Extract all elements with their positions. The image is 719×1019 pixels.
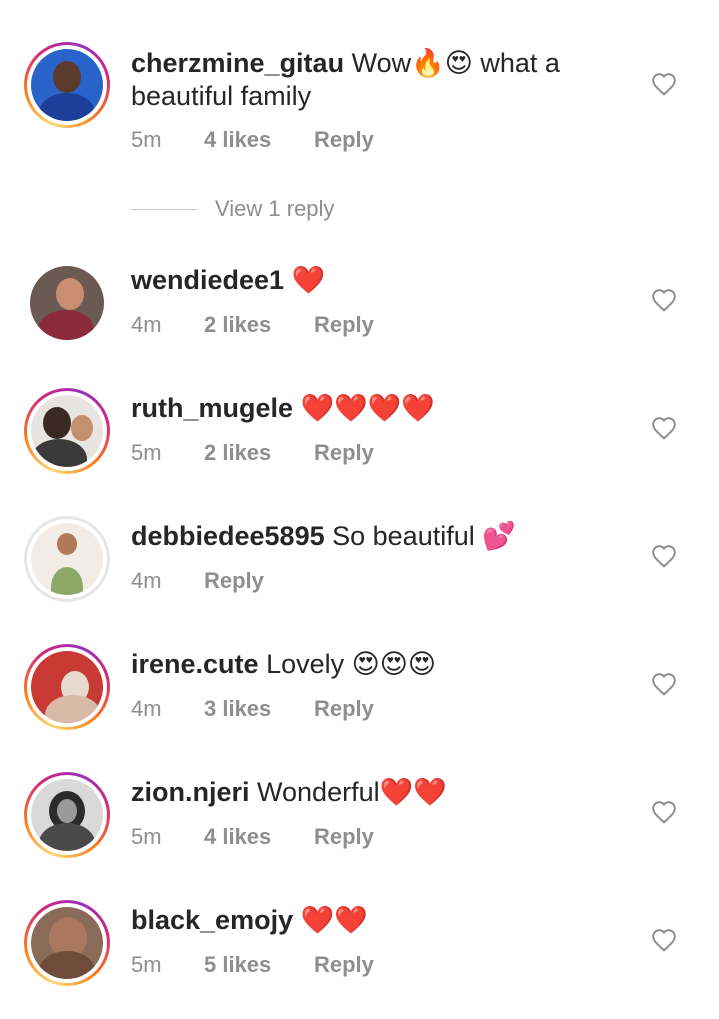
heart-outline-icon[interactable] (651, 416, 677, 440)
avatar[interactable] (24, 516, 110, 602)
comment-username[interactable]: ruth_mugele (131, 393, 293, 423)
comment-username[interactable]: cherzmine_gitau (131, 48, 344, 78)
comment-timestamp: 5m (131, 952, 162, 977)
comment-text: Lovely 😍😍😍 (266, 649, 437, 679)
comment-timestamp: 4m (131, 312, 162, 337)
comment-item: zion.njeri Wonderful❤️❤️ 5m 4 likes Reply (0, 770, 719, 890)
comment-text: ❤️❤️ (300, 905, 368, 935)
comment-item: cherzmine_gitau Wow🔥😍 what a beautiful f… (0, 40, 719, 160)
comment-item: black_emojy ❤️❤️ 5m 5 likes Reply (0, 898, 719, 1018)
comment-timestamp: 5m (131, 824, 162, 849)
likes-count[interactable]: 3 likes (204, 695, 314, 723)
avatar[interactable] (24, 260, 110, 346)
heart-outline-icon[interactable] (651, 288, 677, 312)
likes-count[interactable]: 2 likes (204, 439, 314, 467)
comment-item: debbiedee5895 So beautiful 💕 4m Reply (0, 514, 719, 634)
reply-button[interactable]: Reply (204, 567, 264, 595)
likes-count[interactable]: 5 likes (204, 951, 314, 979)
comment-text: ❤️❤️❤️❤️ (300, 393, 436, 423)
comment-item: irene.cute Lovely 😍😍😍 4m 3 likes Reply (0, 642, 719, 762)
comment-item: wendiedee1 ❤️ 4m 2 likes Reply (0, 258, 719, 378)
reply-button[interactable]: Reply (314, 951, 374, 979)
heart-outline-icon[interactable] (651, 72, 677, 96)
view-replies-button[interactable]: View 1 reply (131, 193, 334, 225)
avatar[interactable] (24, 644, 110, 730)
comment-text: Wonderful❤️❤️ (257, 777, 447, 807)
heart-outline-icon[interactable] (651, 800, 677, 824)
avatar[interactable] (24, 900, 110, 986)
divider (131, 208, 197, 210)
likes-count[interactable]: 4 likes (204, 823, 314, 851)
comment-timestamp: 4m (131, 568, 162, 593)
avatar[interactable] (24, 388, 110, 474)
reply-button[interactable]: Reply (314, 126, 374, 154)
heart-outline-icon[interactable] (651, 672, 677, 696)
comment-text: So beautiful 💕 (332, 521, 516, 551)
reply-button[interactable]: Reply (314, 439, 374, 467)
reply-button[interactable]: Reply (314, 823, 374, 851)
likes-count[interactable]: 4 likes (204, 126, 314, 154)
comment-username[interactable]: irene.cute (131, 649, 259, 679)
comment-text: ❤️ (291, 265, 326, 295)
comment-username[interactable]: debbiedee5895 (131, 521, 325, 551)
reply-button[interactable]: Reply (314, 695, 374, 723)
likes-count[interactable]: 2 likes (204, 311, 314, 339)
view-replies-label: View 1 reply (215, 196, 335, 221)
avatar[interactable] (24, 772, 110, 858)
comment-username[interactable]: wendiedee1 (131, 265, 284, 295)
comment-timestamp: 5m (131, 127, 162, 152)
comment-username[interactable]: black_emojy (131, 905, 293, 935)
comment-timestamp: 4m (131, 696, 162, 721)
comment-username[interactable]: zion.njeri (131, 777, 250, 807)
comment-item: ruth_mugele ❤️❤️❤️❤️ 5m 2 likes Reply (0, 386, 719, 506)
avatar[interactable] (24, 42, 110, 128)
comment-timestamp: 5m (131, 440, 162, 465)
reply-button[interactable]: Reply (314, 311, 374, 339)
heart-outline-icon[interactable] (651, 544, 677, 568)
heart-outline-icon[interactable] (651, 928, 677, 952)
